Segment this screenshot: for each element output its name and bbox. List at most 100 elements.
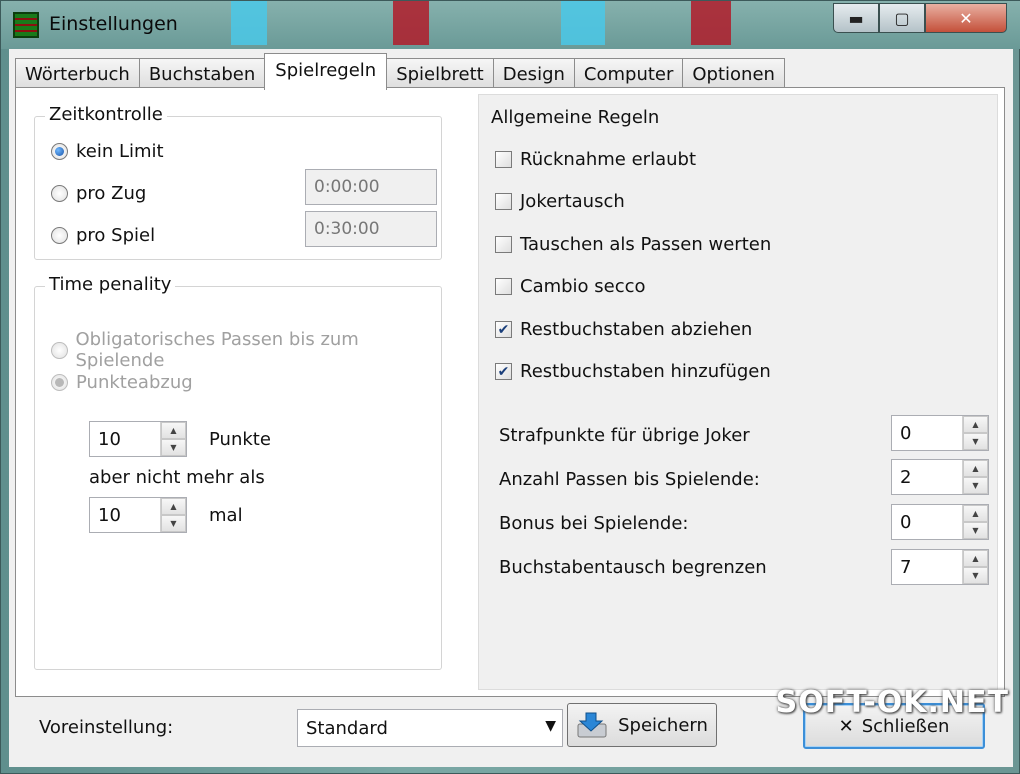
zeitkontrolle-legend: Zeitkontrolle	[45, 104, 167, 125]
spinner-down-icon[interactable]: ▼	[963, 477, 988, 494]
spinner-value[interactable]: 10	[90, 422, 160, 456]
title-bar[interactable]: Einstellungen ▬ ▢ ✕	[1, 1, 1020, 49]
minimize-button[interactable]: ▬	[833, 3, 879, 33]
radio-obligatorisches-passen[interactable]: Obligatorisches Passen bis zum Spielende	[51, 329, 441, 371]
radio-button-icon[interactable]	[51, 374, 68, 391]
pro-zug-time-field[interactable]: 0:00:00	[305, 169, 437, 205]
radio-button-icon[interactable]	[51, 341, 68, 359]
tab-optionen[interactable]: Optionen	[682, 58, 785, 90]
check-jokertausch[interactable]: Jokertausch	[495, 191, 625, 212]
title-bar-decoration	[393, 1, 429, 45]
pro-spiel-time-field[interactable]: 0:30:00	[305, 211, 437, 247]
mal-label: mal	[209, 505, 243, 526]
strafpunkte-spinner[interactable]: 0 ▲ ▼	[891, 415, 989, 451]
tab-spielbrett[interactable]: Spielbrett	[386, 58, 494, 90]
checkmark-icon[interactable]: ✔	[495, 321, 512, 338]
radio-label: Obligatorisches Passen bis zum Spielende	[75, 329, 359, 371]
allgemeine-regeln-legend: Allgemeine Regeln	[491, 107, 660, 128]
checkbox-label: Jokertausch	[520, 191, 625, 212]
spinner-down-icon[interactable]: ▼	[963, 567, 988, 584]
tab-design[interactable]: Design	[492, 58, 575, 90]
radio-button-icon[interactable]	[51, 185, 68, 202]
radio-pro-zug[interactable]: pro Zug	[51, 183, 146, 204]
spinner-value[interactable]: 7	[892, 550, 962, 584]
zeitkontrolle-group: Zeitkontrolle kein Limit pro Zug 0:00:00…	[34, 104, 442, 260]
tab-strip: Wörterbuch Buchstaben Spielregeln Spielb…	[15, 53, 785, 90]
checkbox-label: Restbuchstaben hinzufügen	[520, 361, 771, 382]
tab-spielregeln[interactable]: Spielregeln	[264, 53, 388, 90]
maximize-button[interactable]: ▢	[879, 3, 925, 33]
preset-label: Voreinstellung:	[39, 717, 174, 738]
strafpunkte-label: Strafpunkte für übrige Joker	[499, 425, 750, 446]
window-title: Einstellungen	[49, 13, 178, 35]
tab-buchstaben[interactable]: Buchstaben	[138, 58, 266, 90]
spinner-up-icon[interactable]: ▲	[161, 498, 186, 515]
time-penalty-legend: Time penality	[45, 274, 176, 295]
tab-computer[interactable]: Computer	[573, 58, 684, 90]
checkbox-icon[interactable]	[495, 236, 512, 253]
preset-dropdown[interactable]: Standard ▼	[297, 709, 563, 747]
watermark-logo: SOFT-OK.NET	[775, 685, 1009, 720]
radio-label: Punkteabzug	[76, 372, 193, 393]
title-bar-decoration	[561, 1, 605, 45]
check-cambio-secco[interactable]: Cambio secco	[495, 276, 646, 297]
spinner-up-icon[interactable]: ▲	[963, 460, 988, 477]
spinner-down-icon[interactable]: ▼	[161, 439, 186, 456]
spinner-up-icon[interactable]: ▲	[963, 416, 988, 433]
radio-punkteabzug[interactable]: Punkteabzug	[51, 372, 193, 393]
radio-button-icon[interactable]	[51, 227, 68, 244]
radio-pro-spiel[interactable]: pro Spiel	[51, 225, 155, 246]
save-icon	[576, 710, 610, 740]
check-tauschen-als-passen[interactable]: Tauschen als Passen werten	[495, 234, 771, 255]
spinner-up-icon[interactable]: ▲	[161, 422, 186, 439]
close-window-button[interactable]: ✕	[925, 3, 1007, 33]
spinner-up-icon[interactable]: ▲	[963, 505, 988, 522]
max-label: aber nicht mehr als	[89, 467, 265, 488]
check-restbuchstaben-hinzufuegen[interactable]: ✔ Restbuchstaben hinzufügen	[495, 361, 771, 382]
checkmark-icon[interactable]: ✔	[495, 363, 512, 380]
radio-label: kein Limit	[76, 141, 164, 162]
title-bar-decoration	[231, 1, 267, 45]
spinner-down-icon[interactable]: ▼	[963, 433, 988, 450]
dialog-client-area: Wörterbuch Buchstaben Spielregeln Spielb…	[9, 49, 1013, 767]
anzahl-passen-spinner[interactable]: 2 ▲ ▼	[891, 459, 989, 495]
checkbox-label: Tauschen als Passen werten	[520, 234, 772, 255]
spinner-down-icon[interactable]: ▼	[963, 522, 988, 539]
bonus-label: Bonus bei Spielende:	[499, 513, 689, 534]
spinner-value[interactable]: 0	[892, 505, 962, 539]
tab-woerterbuch[interactable]: Wörterbuch	[15, 58, 140, 90]
spinner-value[interactable]: 10	[90, 498, 160, 532]
time-penalty-group: Time penality Obligatorisches Passen bis…	[34, 274, 442, 670]
checkbox-label: Restbuchstaben abziehen	[520, 319, 753, 340]
spinner-value[interactable]: 0	[892, 416, 962, 450]
checkbox-icon[interactable]	[495, 278, 512, 295]
preset-value: Standard	[306, 718, 388, 739]
spinner-up-icon[interactable]: ▲	[963, 550, 988, 567]
punkte-spinner[interactable]: 10 ▲ ▼	[89, 421, 187, 457]
checkbox-label: Rücknahme erlaubt	[520, 149, 697, 170]
mal-spinner[interactable]: 10 ▲ ▼	[89, 497, 187, 533]
radio-kein-limit[interactable]: kein Limit	[51, 141, 164, 162]
radio-button-icon[interactable]	[51, 143, 68, 160]
bonus-spinner[interactable]: 0 ▲ ▼	[891, 504, 989, 540]
spinner-down-icon[interactable]: ▼	[161, 515, 186, 532]
buchstabentausch-spinner[interactable]: 7 ▲ ▼	[891, 549, 989, 585]
title-bar-decoration	[691, 1, 731, 45]
spinner-value[interactable]: 2	[892, 460, 962, 494]
save-label: Speichern	[618, 714, 708, 736]
radio-label: pro Spiel	[76, 225, 156, 246]
spielregeln-panel: Zeitkontrolle kein Limit pro Zug 0:00:00…	[15, 87, 1005, 697]
checkbox-icon[interactable]	[495, 151, 512, 168]
checkbox-icon[interactable]	[495, 193, 512, 210]
app-icon	[13, 12, 39, 38]
anzahl-passen-label: Anzahl Passen bis Spielende:	[499, 469, 760, 490]
settings-window: Einstellungen ▬ ▢ ✕ Wörterbuch Buchstabe…	[0, 0, 1020, 774]
check-restbuchstaben-abziehen[interactable]: ✔ Restbuchstaben abziehen	[495, 319, 752, 340]
checkbox-label: Cambio secco	[520, 276, 646, 297]
dropdown-arrow-icon[interactable]: ▼	[545, 718, 556, 734]
punkte-label: Punkte	[209, 429, 271, 450]
check-ruecknahme[interactable]: Rücknahme erlaubt	[495, 149, 696, 170]
buchstabentausch-label: Buchstabentausch begrenzen	[499, 557, 767, 578]
radio-label: pro Zug	[76, 183, 147, 204]
save-button[interactable]: Speichern	[567, 703, 717, 747]
